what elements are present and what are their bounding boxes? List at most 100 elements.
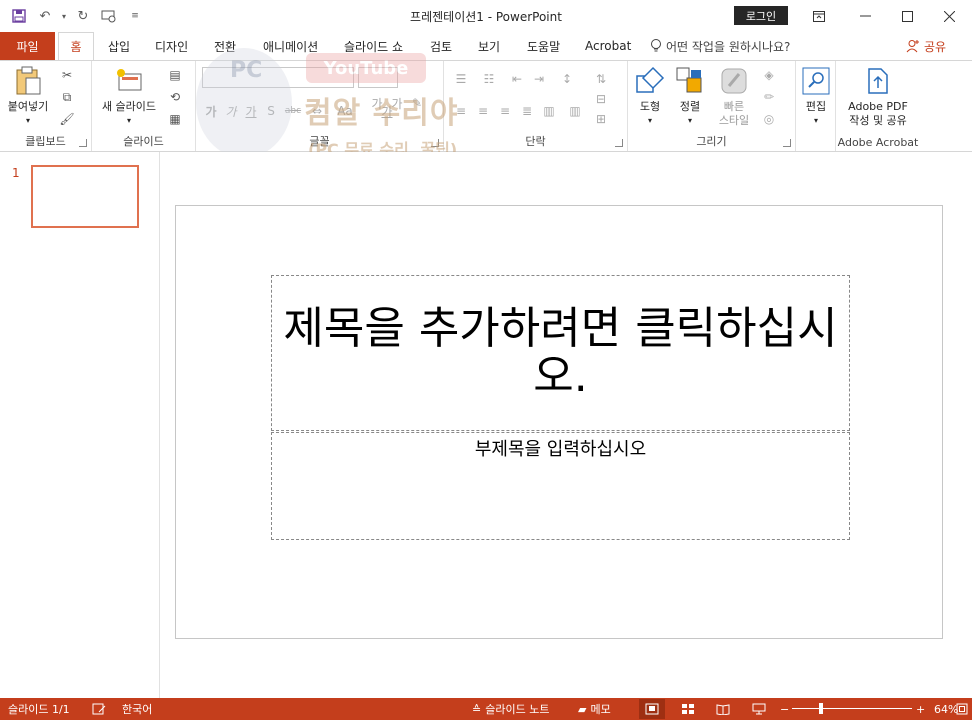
normal-view-icon[interactable] [639, 699, 665, 719]
redo-icon[interactable]: ↻ [72, 5, 94, 27]
tab-home[interactable]: 홈 [58, 32, 94, 61]
shapes-label: 도형 [639, 100, 661, 113]
reading-view-icon[interactable] [710, 699, 736, 719]
new-slide-icon [114, 65, 144, 97]
tab-animations[interactable]: 애니메이션 [259, 32, 322, 60]
minimize-icon[interactable] [842, 0, 888, 32]
person-share-icon [906, 40, 919, 53]
cut-icon[interactable]: ✂ [56, 65, 78, 85]
notes-label: 슬라이드 노트 [485, 703, 550, 716]
quick-styles-button[interactable]: 빠른 스타일 [714, 65, 754, 128]
title-placeholder[interactable]: 제목을 추가하려면 클릭하십시오. [271, 275, 850, 431]
zoom-out-icon[interactable]: − [780, 698, 789, 720]
tab-transitions[interactable]: 전환 [210, 32, 240, 60]
tab-insert[interactable]: 삽입 [104, 32, 134, 60]
italic-icon[interactable]: 가 [220, 101, 242, 121]
justify-icon[interactable]: ≣ [516, 101, 538, 121]
comments-button[interactable]: ▰ 메모 [578, 698, 611, 720]
subtitle-placeholder[interactable]: 부제목을 입력하십시오 [271, 432, 850, 540]
align-right-icon[interactable]: ≡ [494, 101, 516, 121]
font-color-icon[interactable]: 가 [376, 101, 398, 121]
char-spacing-icon[interactable]: ⇔ [306, 101, 328, 121]
bullets-icon[interactable]: ☰ [450, 69, 472, 89]
text-direction-icon[interactable]: ⇅ [590, 69, 612, 89]
tab-design[interactable]: 디자인 [151, 32, 192, 60]
format-painter-icon[interactable]: 🖌 [56, 109, 78, 129]
zoom-slider-thumb[interactable] [819, 703, 823, 714]
tab-help[interactable]: 도움말 [523, 32, 564, 60]
shapes-icon [635, 65, 665, 97]
layout-icon[interactable]: ▤ [164, 65, 186, 85]
font-launcher-icon[interactable] [431, 139, 439, 147]
shape-fill-icon[interactable]: ◈ [758, 65, 780, 85]
ribbon-display-options-icon[interactable] [796, 0, 842, 32]
editing-group: 편집 ▾ [796, 61, 836, 151]
ribbon: 붙여넣기 ▾ ✂ ⧉ 🖌 클립보드 새 슬라이드 ▾ ▤ ⟲ ▦ 슬라이드 가 … [0, 60, 972, 152]
columns-icon[interactable]: ▥ [564, 101, 586, 121]
language-indicator[interactable]: 한국어 [122, 698, 152, 720]
strikethrough-icon[interactable]: abc [282, 101, 304, 121]
zoom-level[interactable]: 64% [934, 698, 958, 720]
paste-dropdown-icon: ▾ [25, 116, 30, 125]
arrange-button[interactable]: 정렬 ▾ [672, 65, 708, 128]
tab-slideshow[interactable]: 슬라이드 쇼 [340, 32, 407, 60]
section-icon[interactable]: ▦ [164, 109, 186, 129]
clear-format-icon[interactable]: ✎ [406, 93, 428, 113]
font-size-combobox[interactable] [358, 67, 398, 88]
start-from-beginning-icon[interactable] [98, 5, 120, 27]
numbering-icon[interactable]: ☷ [478, 69, 500, 89]
shape-outline-icon[interactable]: ✏ [758, 87, 780, 107]
new-slide-label: 새 슬라이드 [101, 100, 157, 113]
save-icon[interactable] [8, 5, 30, 27]
tab-acrobat[interactable]: Acrobat [581, 32, 635, 60]
customize-qat-icon[interactable]: ≡ [124, 5, 146, 27]
slideshow-view-icon[interactable] [746, 699, 772, 719]
slide-sorter-view-icon[interactable] [675, 699, 701, 719]
reset-icon[interactable]: ⟲ [164, 87, 186, 107]
zoom-in-icon[interactable]: + [916, 698, 925, 720]
distributed-icon[interactable]: ▥ [538, 101, 560, 121]
slide-canvas[interactable]: 제목을 추가하려면 클릭하십시오. 부제목을 입력하십시오 [175, 205, 943, 639]
close-icon[interactable] [926, 0, 972, 32]
paste-button[interactable]: 붙여넣기 ▾ [4, 65, 52, 128]
zoom-slider-track[interactable] [792, 708, 912, 709]
share-button[interactable]: 공유 [906, 32, 946, 60]
copy-icon[interactable]: ⧉ [56, 87, 78, 107]
share-label: 공유 [924, 39, 947, 54]
maximize-icon[interactable] [884, 0, 930, 32]
tab-file[interactable]: 파일 [0, 32, 55, 60]
convert-smartart-icon[interactable]: ⊞ [590, 109, 612, 129]
create-share-pdf-button[interactable]: Adobe PDF 작성 및 공유 [838, 65, 918, 128]
undo-icon[interactable]: ↶ [34, 5, 56, 27]
new-slide-button[interactable]: 새 슬라이드 ▾ [96, 65, 162, 128]
adobe-group-label: Adobe Acrobat [837, 136, 919, 149]
shadow-icon[interactable]: S [260, 101, 282, 121]
tell-me-search[interactable]: 어떤 작업을 원하시나요? [650, 32, 790, 60]
change-case-icon[interactable]: Aa [334, 101, 356, 121]
tab-view[interactable]: 보기 [474, 32, 504, 60]
decrease-indent-icon[interactable]: ⇤ [506, 69, 528, 89]
notes-icon: ≙ [472, 702, 482, 716]
editing-button[interactable]: 편집 ▾ [798, 65, 834, 128]
paragraph-launcher-icon[interactable] [615, 139, 623, 147]
notes-button[interactable]: ≙ 슬라이드 노트 [472, 698, 549, 720]
align-center-icon[interactable]: ≡ [472, 101, 494, 121]
fit-to-window-icon[interactable] [956, 698, 968, 720]
font-name-combobox[interactable] [202, 67, 354, 88]
align-left-icon[interactable]: ≡ [450, 101, 472, 121]
align-text-icon[interactable]: ⊟ [590, 89, 612, 109]
sign-in-button[interactable]: 로그인 [734, 6, 788, 25]
quick-access-toolbar: ↶ ▾ ↻ ≡ [8, 5, 146, 27]
clipboard-launcher-icon[interactable] [79, 139, 87, 147]
shape-effects-icon[interactable]: ◎ [758, 109, 780, 129]
slide-thumbnail[interactable] [31, 165, 139, 228]
underline-icon[interactable]: 가 [240, 101, 262, 121]
spell-check-icon[interactable] [92, 698, 106, 720]
bold-icon[interactable]: 가 [200, 101, 222, 121]
line-spacing-icon[interactable]: ↕ [556, 69, 578, 89]
drawing-launcher-icon[interactable] [783, 139, 791, 147]
increase-indent-icon[interactable]: ⇥ [528, 69, 550, 89]
undo-dropdown-icon[interactable]: ▾ [60, 5, 68, 27]
tab-review[interactable]: 검토 [426, 32, 456, 60]
shapes-button[interactable]: 도형 ▾ [632, 65, 668, 128]
